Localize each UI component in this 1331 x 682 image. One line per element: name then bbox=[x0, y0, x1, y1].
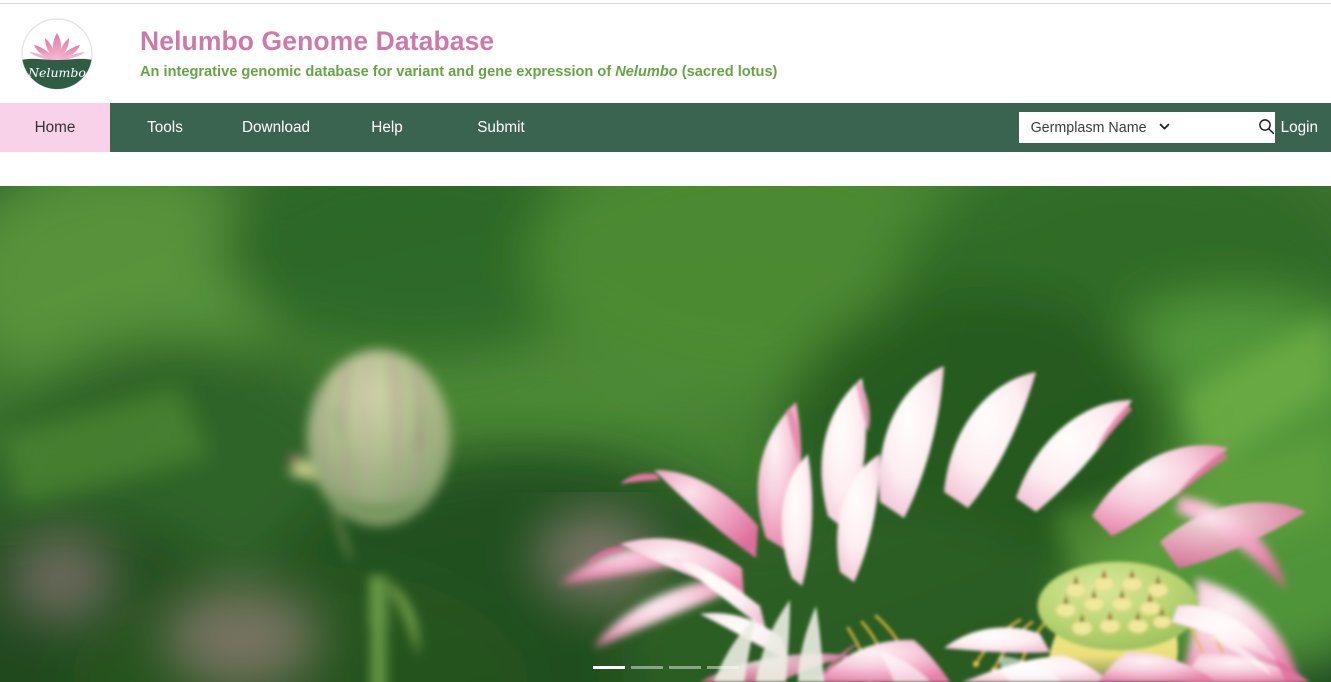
site-logo[interactable]: Nelumbo bbox=[20, 17, 94, 91]
site-header: Nelumbo Nelumbo Genome Database An integ… bbox=[0, 4, 1331, 103]
carousel-indicator-1[interactable] bbox=[592, 666, 625, 669]
carousel-indicator-4[interactable] bbox=[706, 666, 739, 669]
login-link[interactable]: Login bbox=[1281, 119, 1318, 137]
hero-lotus-photo bbox=[0, 186, 1331, 682]
header-text-block: Nelumbo Genome Database An integrative g… bbox=[140, 25, 777, 81]
carousel-indicators bbox=[0, 666, 1331, 669]
nav-item-download[interactable]: Download bbox=[220, 103, 332, 152]
hero-carousel[interactable] bbox=[0, 186, 1331, 682]
site-title: Nelumbo Genome Database bbox=[140, 26, 495, 57]
nelumbo-lotus-logo-icon: Nelumbo bbox=[21, 17, 93, 90]
search-input[interactable] bbox=[1169, 113, 1258, 142]
site-subtitle: An integrative genomic database for vari… bbox=[140, 64, 777, 82]
search-category-label: Germplasm Name bbox=[1030, 119, 1147, 136]
search-category-dropdown[interactable]: Germplasm Name bbox=[1019, 120, 1170, 136]
search-button[interactable] bbox=[1257, 112, 1275, 143]
nav-item-help[interactable]: Help bbox=[332, 103, 442, 152]
page-root: Nelumbo Nelumbo Genome Database An integ… bbox=[0, 0, 1331, 682]
site-subtitle-part1: An integrative genomic database for vari… bbox=[140, 64, 616, 81]
nav-item-home[interactable]: Home bbox=[0, 103, 110, 152]
carousel-indicator-2[interactable] bbox=[630, 666, 663, 669]
carousel-indicator-3[interactable] bbox=[668, 666, 701, 669]
search-icon bbox=[1258, 118, 1275, 138]
chevron-down-icon bbox=[1159, 121, 1170, 132]
nav-item-tools[interactable]: Tools bbox=[110, 103, 220, 152]
nav-item-submit[interactable]: Submit bbox=[442, 103, 560, 152]
main-navigation: Home Tools Download Help Submit Germplas… bbox=[0, 103, 1331, 152]
site-subtitle-genus: Nelumbo bbox=[615, 64, 678, 81]
site-subtitle-part2: (sacred lotus) bbox=[677, 64, 778, 81]
search-bar: Germplasm Name bbox=[1018, 112, 1275, 143]
logo-script-text: Nelumbo bbox=[27, 65, 86, 80]
